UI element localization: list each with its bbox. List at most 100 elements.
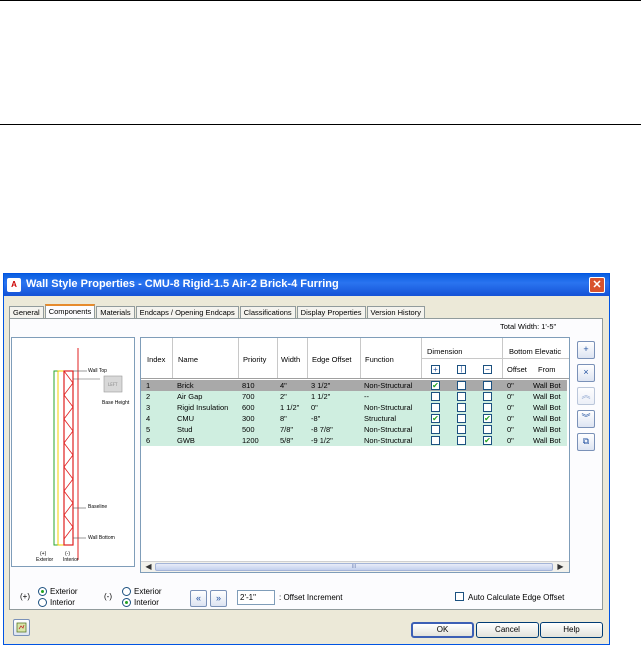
exterior-label-right: Exterior bbox=[134, 587, 162, 596]
move-down-icon[interactable]: ︾ bbox=[577, 410, 595, 428]
cell-width: 2" bbox=[280, 392, 287, 401]
dimension-checkbox[interactable] bbox=[431, 392, 440, 401]
cell-offset: 0" bbox=[507, 381, 514, 390]
title-bar[interactable]: A Wall Style Properties - CMU-8 Rigid-1.… bbox=[4, 274, 609, 296]
wall-bottom-label: Wall Bottom bbox=[88, 535, 115, 541]
scroll-left-icon[interactable]: ◀ bbox=[143, 562, 154, 572]
components-grid: Index Name Priority Width Edge Offset Fu… bbox=[140, 337, 570, 573]
header-offset[interactable]: Offset bbox=[507, 365, 527, 374]
cell-offset: 0" bbox=[507, 392, 514, 401]
dimension-checkbox[interactable] bbox=[431, 425, 440, 434]
interior-label-right: Interior bbox=[134, 598, 159, 607]
tab-components[interactable]: Components bbox=[44, 304, 96, 319]
exterior-radio-right[interactable] bbox=[122, 587, 131, 596]
add-component-icon[interactable]: + bbox=[577, 341, 595, 359]
ok-button[interactable]: OK bbox=[411, 622, 474, 638]
cell-offset: 0" bbox=[507, 403, 514, 412]
middle-rule bbox=[0, 124, 641, 125]
close-icon[interactable]: ✕ bbox=[589, 277, 605, 293]
table-row[interactable]: 6 GWB 1200 5/8" -9 1/2" Non-Structural 0" Wall … bbox=[141, 435, 567, 446]
cell-name: GWB bbox=[177, 436, 195, 445]
interior-radio-right[interactable] bbox=[122, 598, 131, 607]
header-index[interactable]: Index bbox=[147, 355, 165, 364]
dimension-checkbox[interactable]: ✔ bbox=[431, 381, 440, 390]
table-row[interactable]: 3 Rigid Insulation 600 1 1/2" 0" Non-Structur… bbox=[141, 402, 567, 413]
auto-calculate-checkbox[interactable] bbox=[455, 592, 464, 601]
help-context-glyph bbox=[16, 622, 27, 633]
preview-exterior-label: Exterior bbox=[36, 557, 54, 563]
header-width[interactable]: Width bbox=[281, 355, 300, 364]
table-row[interactable]: 5 Stud 500 7/8" -8 7/8" Non-Structural 0" Wall … bbox=[141, 424, 567, 435]
table-row[interactable]: 1 Brick 810 4" 3 1/2" Non-Structural 0" Wall Bo… bbox=[141, 380, 567, 391]
dimension-checkbox[interactable]: ✔ bbox=[483, 414, 492, 423]
shift-left-icon[interactable]: « bbox=[190, 590, 207, 607]
interior-radio-left[interactable] bbox=[38, 598, 47, 607]
help-context-icon[interactable] bbox=[13, 619, 30, 636]
dimension-checkbox[interactable]: ✔ bbox=[483, 436, 492, 445]
baseline-label: Baseline bbox=[88, 504, 108, 510]
dimension-exterior-icon: + bbox=[431, 365, 440, 374]
header-from[interactable]: From bbox=[538, 365, 556, 374]
dialog-title: Wall Style Properties - CMU-8 Rigid-1.5 … bbox=[26, 278, 339, 290]
header-function[interactable]: Function bbox=[365, 355, 394, 364]
cell-edge-offset: 0" bbox=[311, 403, 318, 412]
dimension-checkbox[interactable] bbox=[457, 425, 466, 434]
header-priority[interactable]: Priority bbox=[243, 355, 266, 364]
exterior-radio-left[interactable] bbox=[38, 587, 47, 596]
dimension-checkbox[interactable] bbox=[431, 436, 440, 445]
cell-priority: 600 bbox=[242, 403, 255, 412]
wall-section-drawing: LEFT bbox=[53, 348, 123, 560]
cell-function: Non-Structural bbox=[364, 436, 413, 445]
dimension-checkbox[interactable] bbox=[483, 403, 492, 412]
cell-from: Wall Bot bbox=[533, 392, 561, 401]
cell-from: Wall Bot bbox=[533, 414, 561, 423]
base-height-label: Base Height bbox=[102, 400, 130, 406]
interior-label-left: Interior bbox=[50, 598, 75, 607]
dimension-checkbox[interactable] bbox=[483, 392, 492, 401]
cell-from: Wall Bot bbox=[533, 403, 561, 412]
cell-offset: 0" bbox=[507, 436, 514, 445]
remove-component-icon[interactable]: × bbox=[577, 364, 595, 382]
dimension-checkbox[interactable] bbox=[457, 414, 466, 423]
cell-width: 1 1/2" bbox=[280, 403, 300, 412]
tab-strip: General Components Materials Endcaps / Open… bbox=[9, 304, 426, 319]
cell-name: Air Gap bbox=[177, 392, 203, 401]
svg-text:LEFT: LEFT bbox=[108, 382, 118, 387]
dimension-checkbox[interactable] bbox=[457, 381, 466, 390]
help-button[interactable]: Help bbox=[540, 622, 603, 638]
header-bottom-elevation[interactable]: Bottom Elevatic bbox=[509, 347, 561, 356]
scroll-thumb[interactable]: III bbox=[155, 563, 553, 571]
dimension-checkbox[interactable] bbox=[431, 403, 440, 412]
cell-edge-offset: -8 7/8" bbox=[311, 425, 333, 434]
copy-component-icon[interactable]: ⧉ bbox=[577, 433, 595, 451]
horizontal-scrollbar[interactable]: ◀ III ▶ bbox=[141, 561, 569, 572]
plus-label: (+) bbox=[20, 592, 30, 601]
dimension-checkbox[interactable] bbox=[457, 403, 466, 412]
dimension-checkbox[interactable] bbox=[457, 392, 466, 401]
dimension-checkbox[interactable] bbox=[483, 381, 492, 390]
dimension-checkbox[interactable] bbox=[457, 436, 466, 445]
total-width-label: Total Width: 1'-5" bbox=[500, 322, 557, 331]
header-edge-offset[interactable]: Edge Offset bbox=[312, 355, 351, 364]
cell-edge-offset: -9 1/2" bbox=[311, 436, 333, 445]
cancel-button[interactable]: Cancel bbox=[476, 622, 539, 638]
cell-width: 4" bbox=[280, 381, 287, 390]
move-up-icon[interactable]: ︽ bbox=[577, 387, 595, 405]
cell-function: Non-Structural bbox=[364, 381, 413, 390]
dimension-checkbox[interactable]: ✔ bbox=[431, 414, 440, 423]
header-name[interactable]: Name bbox=[178, 355, 198, 364]
app-icon: A bbox=[7, 278, 21, 292]
cell-edge-offset: 3 1/2" bbox=[311, 381, 331, 390]
header-dimension[interactable]: Dimension bbox=[427, 347, 462, 356]
exterior-label-left: Exterior bbox=[50, 587, 78, 596]
dimension-interior-icon: − bbox=[483, 365, 492, 374]
scroll-right-icon[interactable]: ▶ bbox=[555, 562, 566, 572]
table-row[interactable]: 2 Air Gap 700 2" 1 1/2" -- 0" Wall Bot bbox=[141, 391, 567, 402]
offset-increment-label: : Offset Increment bbox=[279, 593, 343, 602]
cell-index: 5 bbox=[146, 425, 151, 434]
shift-right-icon[interactable]: » bbox=[210, 590, 227, 607]
dimension-checkbox[interactable] bbox=[483, 425, 492, 434]
wall-top-label: Wall Top bbox=[88, 368, 107, 374]
offset-increment-input[interactable]: 2'-1" bbox=[237, 590, 275, 605]
table-row[interactable]: 4 CMU 300 8" -8" Structural 0" Wall Bot ✔ ✔ bbox=[141, 413, 567, 424]
